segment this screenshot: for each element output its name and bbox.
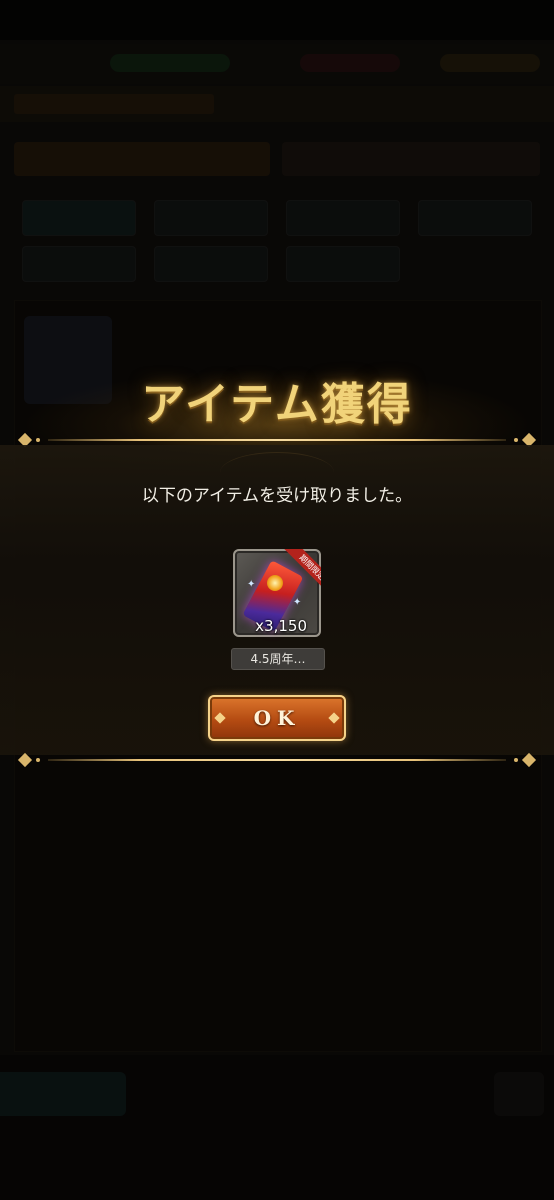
item-quantity: x3,150 [255,617,307,635]
bottom-divider [17,752,537,768]
item-acquired-dialog: アイテム獲得 以下のアイテムを受け取りました。 ✦ ✦ 期間限定 x3,150 … [0,360,554,780]
dialog-title: アイテム獲得 [141,379,413,430]
ok-button-label: OK [253,706,301,730]
top-divider [17,432,537,448]
sparkle-icon: ✦ [247,579,256,590]
sparkle-icon: ✦ [293,597,302,608]
ok-button[interactable]: OK [208,695,346,741]
item-name: 4.5周年… [231,648,325,670]
dialog-message: 以下のアイテムを受け取りました。 [141,486,413,506]
limited-time-badge: 期間限定 [281,549,321,589]
reward-item[interactable]: ✦ ✦ 期間限定 x3,150 [233,549,321,637]
